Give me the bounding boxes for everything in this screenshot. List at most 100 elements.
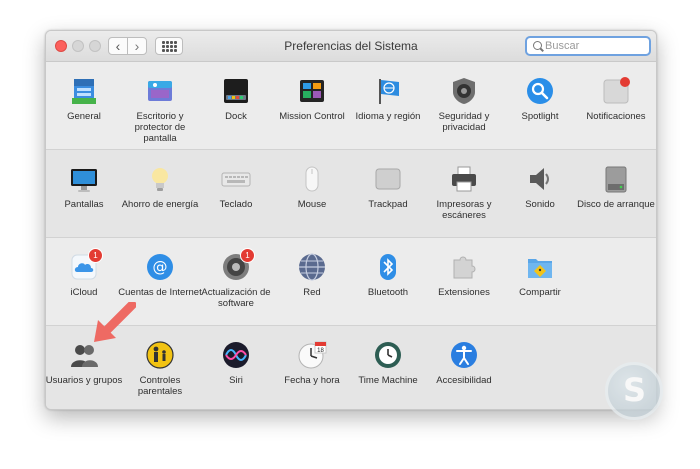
pane-spotlight[interactable]: Spotlight	[502, 61, 578, 149]
mouse-icon	[297, 164, 327, 194]
language-region-icon	[373, 76, 403, 106]
pane-label: General	[67, 111, 101, 122]
dock-icon	[221, 76, 251, 106]
pointer-arrow-annotation	[94, 302, 136, 342]
pane-displays[interactable]: Pantallas	[46, 149, 122, 237]
pane-label: Seguridad y privacidad	[438, 111, 490, 133]
startup-disk-icon	[601, 164, 631, 194]
pane-label: Actualización de software	[201, 287, 271, 309]
pane-row: Usuarios y grupos Controles parentales Sir…	[45, 325, 656, 409]
search-field[interactable]	[525, 36, 651, 56]
printers-icon	[449, 164, 479, 194]
pane-label: Pantallas	[64, 199, 104, 210]
pane-desktop-screensaver[interactable]: Escritorio y protector de pantalla	[122, 61, 198, 149]
search-icon	[533, 41, 542, 50]
title-bar: ‹ › Preferencias del Sistema	[46, 31, 656, 62]
pane-row: 1 iCloud @ Cuentas de Internet 1 Actualizació…	[46, 237, 656, 325]
pane-trackpad[interactable]: Trackpad	[350, 149, 426, 237]
pane-label: Sonido	[525, 199, 555, 210]
pane-label: Usuarios y grupos	[45, 375, 123, 386]
pane-sharing[interactable]: Compartir	[502, 237, 578, 325]
bluetooth-icon	[373, 252, 403, 282]
trackpad-icon	[373, 164, 403, 194]
watermark-logo: S	[605, 362, 663, 420]
pane-label: iCloud	[70, 287, 98, 298]
notifications-icon	[601, 76, 631, 106]
pane-notifications[interactable]: Notificaciones	[578, 61, 654, 149]
pane-label: Red	[303, 287, 321, 298]
pane-dock[interactable]: Dock	[198, 61, 274, 149]
siri-icon	[221, 340, 251, 370]
pane-general[interactable]: General	[46, 61, 122, 149]
pane-network[interactable]: Red	[274, 237, 350, 325]
pane-accessibility[interactable]: Accesibilidad	[426, 325, 502, 409]
search-input[interactable]	[545, 39, 641, 53]
keyboard-icon	[221, 164, 251, 194]
energy-saver-icon	[145, 164, 175, 194]
pane-bluetooth[interactable]: Bluetooth	[350, 237, 426, 325]
pane-label: Notificaciones	[586, 111, 646, 122]
pane-label: Spotlight	[521, 111, 559, 122]
accessibility-icon	[449, 340, 479, 370]
parental-controls-icon	[145, 340, 175, 370]
pane-date-time[interactable]: 18 Fecha y hora	[274, 325, 350, 409]
pane-label: Siri	[229, 375, 243, 386]
pane-mouse[interactable]: Mouse	[274, 149, 350, 237]
icloud-icon: 1	[69, 248, 103, 282]
pane-label: Bluetooth	[367, 287, 409, 298]
pane-label: Ahorro de energía	[121, 199, 199, 210]
pane-security-privacy[interactable]: Seguridad y privacidad	[426, 61, 502, 149]
pane-label: Extensiones	[438, 287, 490, 298]
general-icon	[69, 76, 99, 106]
pane-label: Idioma y región	[355, 111, 421, 122]
pane-software-update[interactable]: 1 Actualización de software	[198, 237, 274, 325]
row-divider	[46, 325, 656, 326]
pane-label: Disco de arranque	[577, 199, 655, 210]
mission-control-icon	[297, 76, 327, 106]
pane-label: Impresoras y escáneres	[436, 199, 492, 221]
spotlight-icon	[525, 76, 555, 106]
svg-text:@: @	[153, 258, 168, 276]
security-privacy-icon	[449, 76, 479, 106]
pane-label: Fecha y hora	[284, 375, 340, 386]
extensions-icon	[449, 252, 479, 282]
pane-time-machine[interactable]: Time Machine	[350, 325, 426, 409]
sharing-icon	[525, 252, 555, 282]
pane-label: Escritorio y protector de pantalla	[134, 111, 186, 144]
pane-label: Time Machine	[358, 375, 418, 386]
date-time-icon: 18	[297, 340, 327, 370]
pane-label: Accesibilidad	[436, 375, 492, 386]
pane-label: Compartir	[519, 287, 561, 298]
software-update-icon: 1	[221, 248, 255, 282]
pane-label: Cuentas de Internet	[118, 287, 202, 298]
pane-label: Dock	[225, 111, 247, 122]
row-divider	[46, 237, 656, 238]
notification-badge: 1	[240, 248, 255, 263]
pane-energy-saver[interactable]: Ahorro de energía	[122, 149, 198, 237]
pane-printers[interactable]: Impresoras y escáneres	[426, 149, 502, 237]
pane-mission-control[interactable]: Mission Control	[274, 61, 350, 149]
pane-sound[interactable]: Sonido	[502, 149, 578, 237]
system-preferences-window: ‹ › Preferencias del Sistema General Escr…	[45, 30, 657, 410]
sound-icon	[525, 164, 555, 194]
displays-icon	[69, 164, 99, 194]
internet-accounts-icon: @	[145, 252, 175, 282]
network-icon	[297, 252, 327, 282]
pane-label: Controles parentales	[137, 375, 183, 397]
pane-label: Trackpad	[368, 199, 408, 210]
pane-row: General Escritorio y protector de pantall…	[46, 61, 656, 149]
svg-text:18: 18	[317, 348, 324, 354]
pane-siri[interactable]: Siri	[198, 325, 274, 409]
pane-keyboard[interactable]: Teclado	[198, 149, 274, 237]
desktop-screensaver-icon	[145, 76, 175, 106]
pane-label: Teclado	[219, 199, 253, 210]
pane-label: Mouse	[297, 199, 327, 210]
pane-row: Pantallas Ahorro de energía Teclado Mouse Tr…	[46, 149, 656, 237]
pane-startup-disk[interactable]: Disco de arranque	[577, 149, 655, 237]
pane-label: Mission Control	[279, 111, 345, 122]
row-divider	[46, 149, 656, 150]
pane-extensions[interactable]: Extensiones	[426, 237, 502, 325]
time-machine-icon	[373, 340, 403, 370]
notification-badge: 1	[88, 248, 103, 263]
pane-language-region[interactable]: Idioma y región	[350, 61, 426, 149]
